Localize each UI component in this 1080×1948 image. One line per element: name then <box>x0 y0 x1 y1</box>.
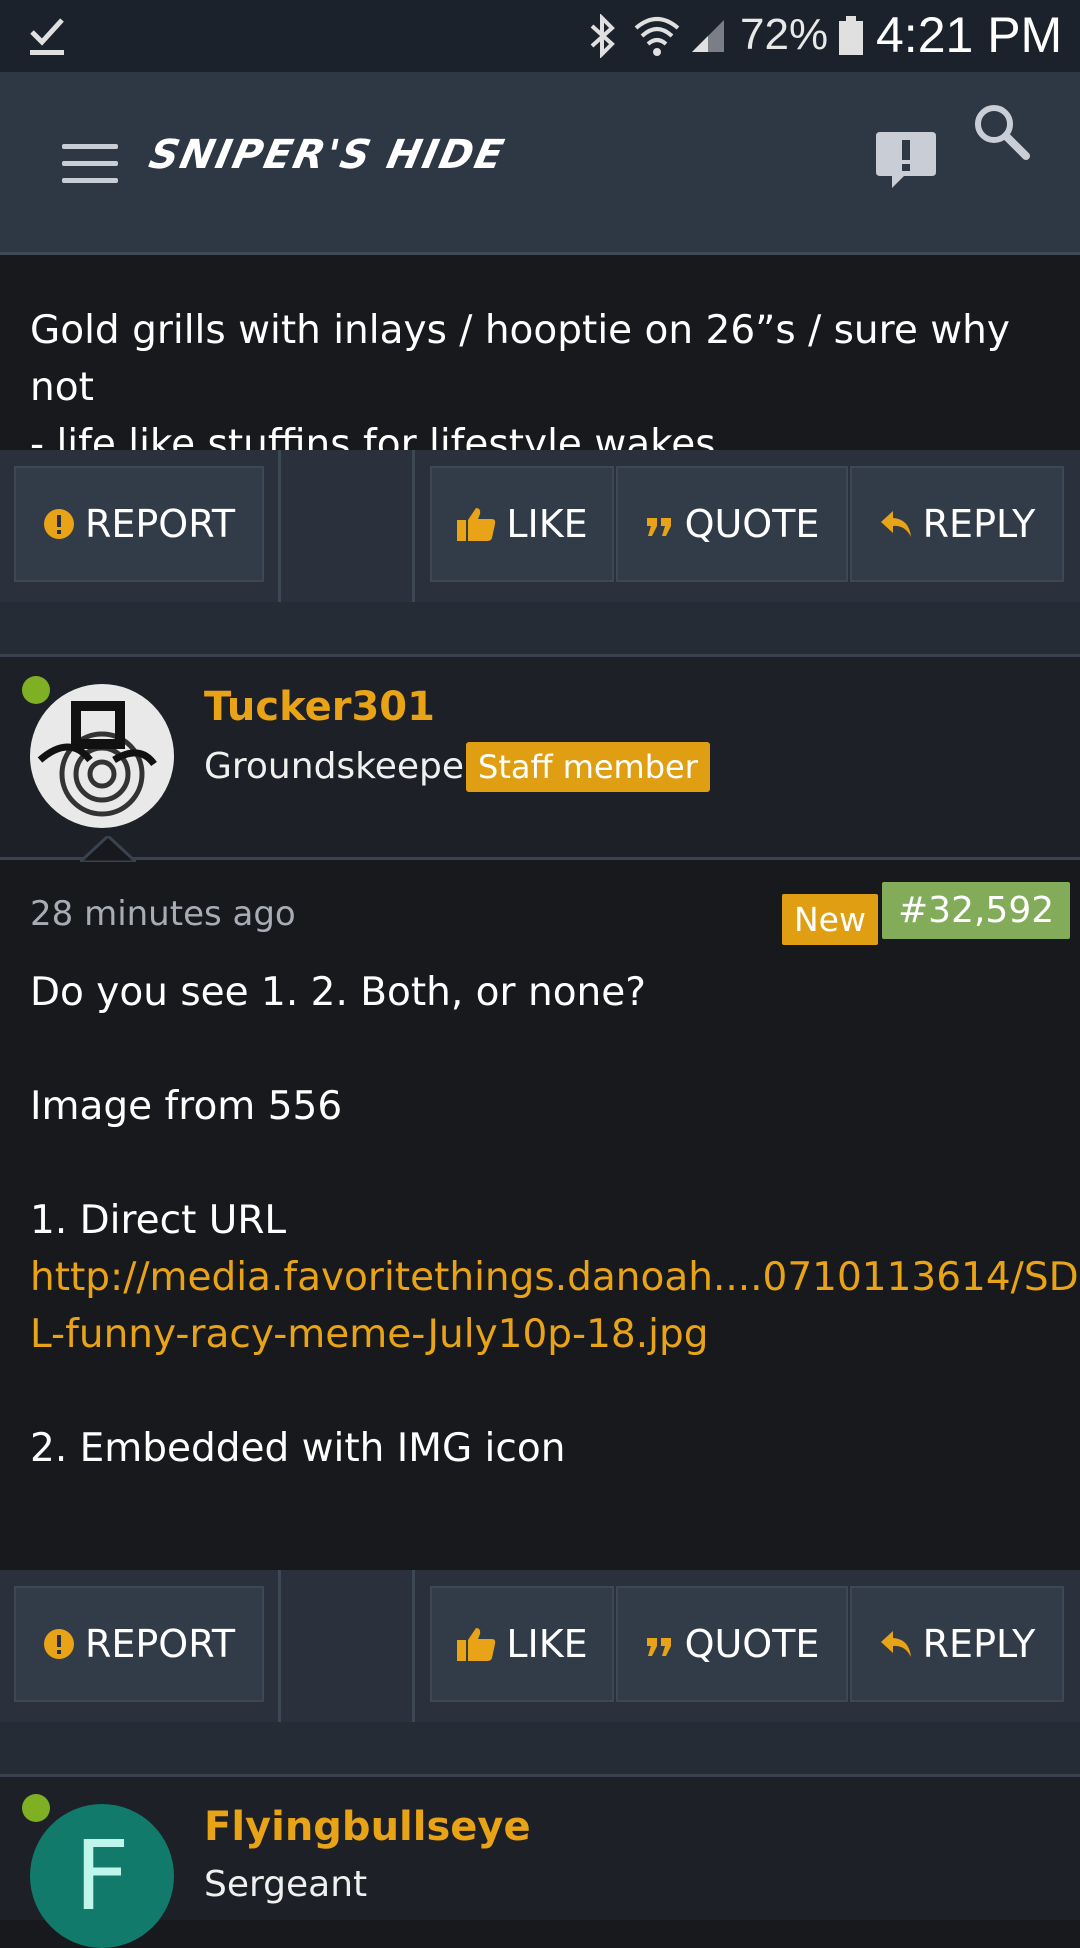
like-button[interactable]: LIKE <box>430 1586 614 1702</box>
author-pointer <box>80 836 136 862</box>
thumbs-up-icon <box>457 508 496 541</box>
warning-icon <box>43 1629 74 1659</box>
menu-button[interactable] <box>62 144 118 184</box>
alerts-icon[interactable] <box>874 128 938 192</box>
quote-icon <box>646 518 671 536</box>
quote-button[interactable]: QUOTE <box>616 1586 848 1702</box>
post-line: Do you see 1. 2. Both, or none? <box>30 970 646 1015</box>
quote-icon <box>646 1638 671 1656</box>
like-button[interactable]: LIKE <box>430 466 614 582</box>
post-separator <box>0 1722 1080 1777</box>
avatar[interactable] <box>30 684 174 828</box>
post-body: Gold grills with inlays / hooptie on 26”… <box>30 302 1060 473</box>
signal-icon <box>692 20 724 52</box>
reply-button[interactable]: REPLY <box>850 466 1064 582</box>
thumbs-up-icon <box>457 1628 496 1661</box>
report-button[interactable]: REPORT <box>14 466 264 582</box>
username[interactable]: Tucker301 <box>204 684 435 730</box>
post-line: 2. Embedded with IMG icon <box>30 1426 566 1471</box>
post-actions: REPORT LIKE QUOTE REPLY <box>0 450 1080 602</box>
bluetooth-icon <box>590 14 615 58</box>
user-title: Sergeant <box>204 1864 368 1905</box>
wifi-icon <box>634 17 680 56</box>
menu-icon <box>62 144 118 149</box>
reply-button[interactable]: REPLY <box>850 1586 1064 1702</box>
post-line: 1. Direct URL <box>30 1198 287 1243</box>
target-avatar-image <box>30 684 174 828</box>
post-time[interactable]: 28 minutes ago <box>30 894 296 934</box>
reply-icon <box>880 511 911 537</box>
post-link[interactable]: http://media.favoritethings.danoah....07… <box>30 1249 1079 1306</box>
post-line: Gold grills with inlays / hooptie on 26”… <box>30 308 1010 410</box>
new-badge: New <box>782 894 878 945</box>
status-bar: 72% 4:21 PM <box>0 0 1080 72</box>
online-indicator <box>22 1794 50 1822</box>
battery-percent: 72% <box>740 10 829 59</box>
post-body: Do you see 1. 2. Both, or none? Image fr… <box>30 964 1079 1477</box>
download-done-icon <box>30 18 64 55</box>
site-logo[interactable]: SNIPER'S HIDE <box>145 132 509 178</box>
quote-button[interactable]: QUOTE <box>616 466 848 582</box>
post-link[interactable]: L-funny-racy-meme-July10p-18.jpg <box>30 1306 1070 1363</box>
staff-badge: Staff member <box>466 742 710 792</box>
warning-icon <box>43 509 74 539</box>
clock: 4:21 PM <box>876 7 1063 63</box>
post-separator <box>0 602 1080 657</box>
report-button[interactable]: REPORT <box>14 1586 264 1702</box>
username[interactable]: Flyingbullseye <box>204 1804 531 1850</box>
online-indicator <box>22 676 50 704</box>
battery-icon <box>839 16 863 55</box>
user-title: Groundskeeper <box>204 746 479 787</box>
avatar[interactable]: F <box>30 1804 174 1948</box>
reply-icon <box>880 1631 911 1657</box>
post-actions: REPORT LIKE QUOTE REPLY <box>0 1570 1080 1722</box>
search-icon[interactable] <box>972 102 1032 162</box>
post-number[interactable]: #32,592 <box>882 882 1071 939</box>
post-line: Image from 556 <box>30 1084 343 1129</box>
